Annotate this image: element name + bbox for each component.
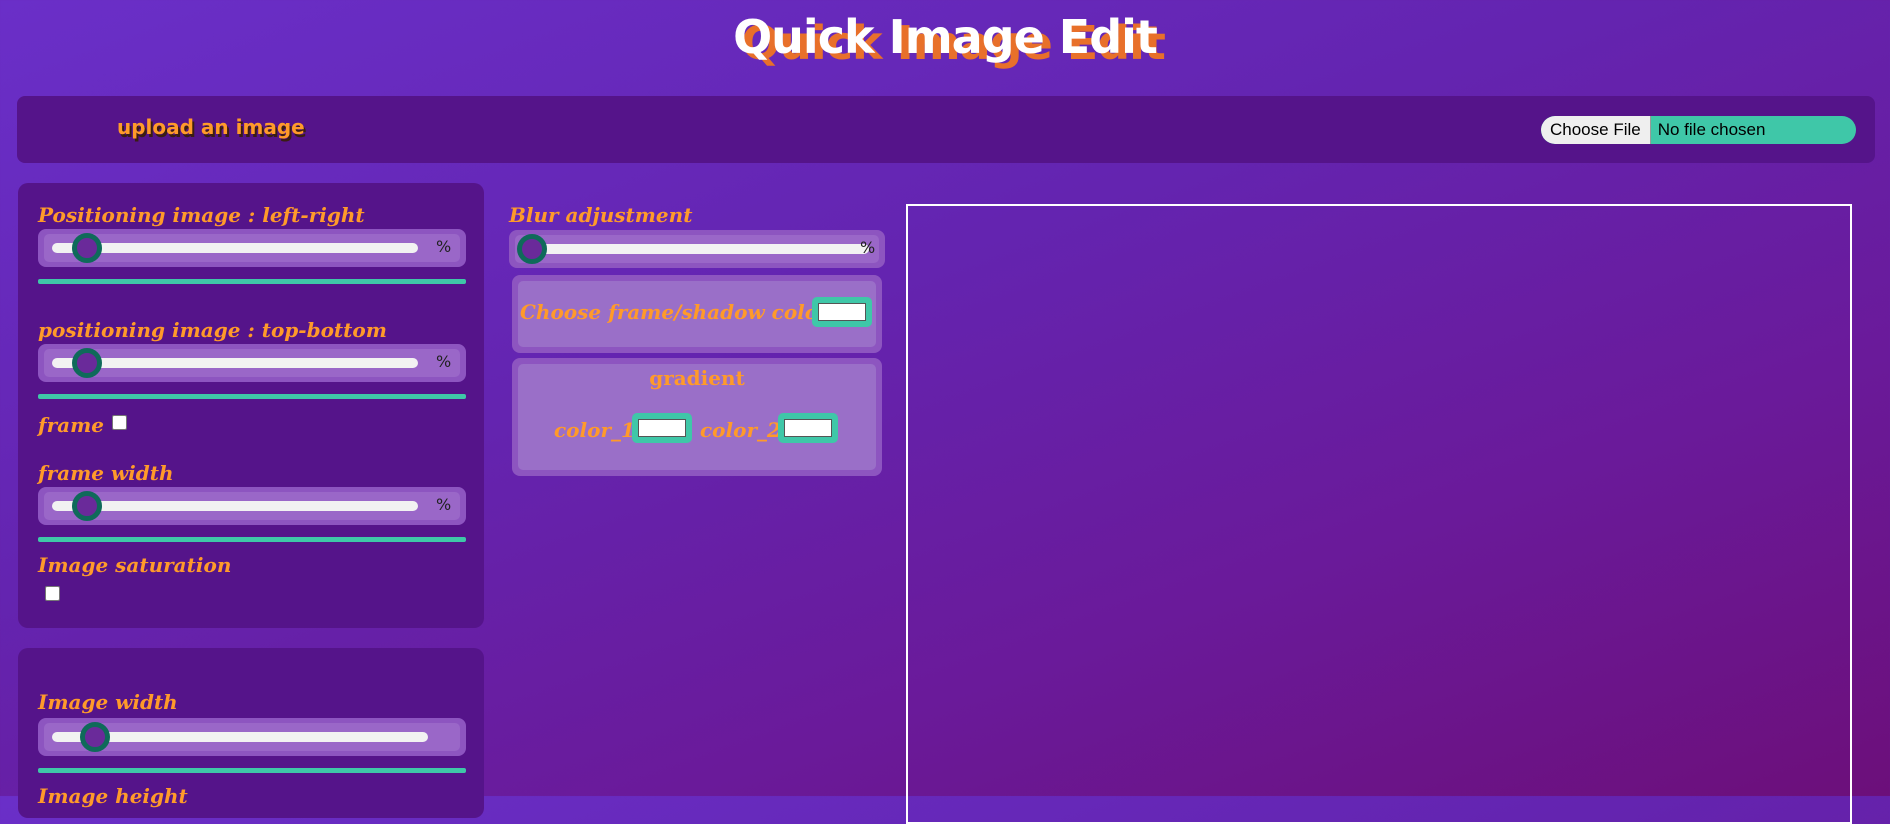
blur-label: Blur adjustment: [509, 203, 693, 227]
color-2-label: color_2: [700, 418, 781, 442]
frame-width-label: frame width: [38, 461, 174, 485]
positioning-panel: Positioning image : left-right % positio…: [18, 183, 484, 628]
slider-thumb[interactable]: [72, 491, 102, 521]
divider: [38, 394, 466, 399]
gradient-color-2-picker[interactable]: [778, 413, 838, 443]
percent-unit: %: [860, 238, 876, 257]
file-input[interactable]: Choose File No file chosen: [1541, 116, 1856, 144]
slider-track: [52, 243, 418, 253]
percent-unit: %: [436, 495, 452, 514]
blur-slider[interactable]: %: [509, 230, 885, 268]
saturation-label: Image saturation: [38, 553, 232, 577]
top-bottom-label: positioning image : top-bottom: [38, 318, 387, 342]
upload-label: upload an image: [117, 115, 305, 139]
file-status: No file chosen: [1657, 120, 1766, 139]
frame-color-box: Choose frame/shadow color: [512, 275, 882, 353]
gradient-title: gradient: [649, 366, 745, 390]
color-swatch-fill: [638, 419, 686, 437]
slider-thumb[interactable]: [517, 234, 547, 264]
choose-file-button[interactable]: Choose File: [1541, 116, 1651, 144]
slider-track: [523, 244, 869, 254]
saturation-checkbox[interactable]: [45, 586, 60, 601]
gradient-box: gradient color_1 color_2: [512, 358, 882, 476]
percent-unit: %: [436, 352, 452, 371]
left-right-slider[interactable]: %: [38, 229, 466, 267]
frame-color-label: Choose frame/shadow color: [520, 300, 829, 324]
frame-label: frame: [38, 413, 104, 437]
color-swatch-fill: [818, 303, 866, 321]
divider: [38, 279, 466, 284]
slider-thumb[interactable]: [72, 348, 102, 378]
slider-thumb[interactable]: [80, 722, 110, 752]
image-preview-canvas[interactable]: [906, 204, 1852, 824]
app-title: Quick Image Edit: [733, 10, 1158, 64]
image-height-label: Image height: [38, 784, 188, 808]
slider-thumb[interactable]: [72, 233, 102, 263]
slider-track: [52, 501, 418, 511]
image-width-slider[interactable]: [38, 718, 466, 756]
divider: [38, 768, 466, 773]
size-panel: Image width Image height: [18, 648, 484, 818]
color-swatch-fill: [784, 419, 832, 437]
top-bottom-slider[interactable]: %: [38, 344, 466, 382]
frame-width-slider[interactable]: %: [38, 487, 466, 525]
color-1-label: color_1: [554, 418, 635, 442]
frame-checkbox[interactable]: [112, 415, 127, 430]
slider-track: [52, 358, 418, 368]
percent-unit: %: [436, 237, 452, 256]
image-width-label: Image width: [38, 690, 178, 714]
frame-color-picker[interactable]: [812, 297, 872, 327]
left-right-label: Positioning image : left-right: [38, 203, 365, 227]
upload-bar: upload an image Choose File No file chos…: [17, 96, 1875, 163]
divider: [38, 537, 466, 542]
gradient-color-1-picker[interactable]: [632, 413, 692, 443]
